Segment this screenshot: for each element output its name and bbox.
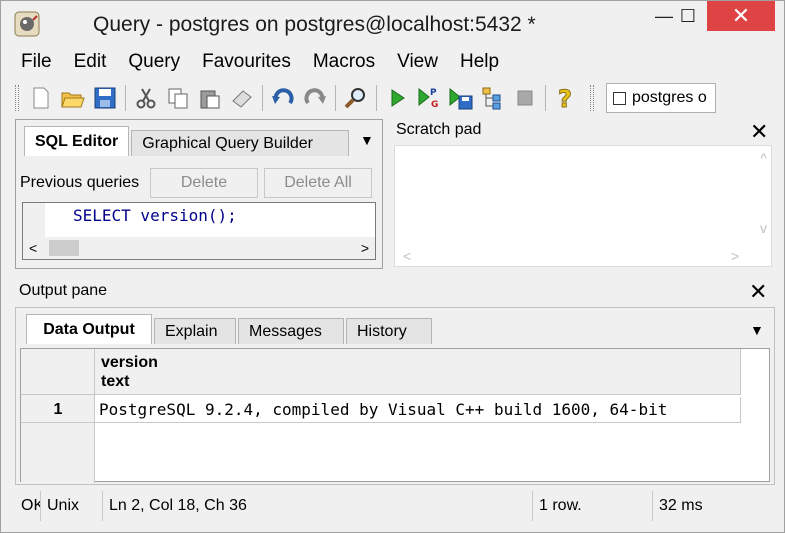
execute-icon[interactable] (384, 85, 410, 111)
menu-bar: File Edit Query Favourites Macros View H… (21, 51, 521, 77)
tab-messages[interactable]: Messages (238, 318, 344, 344)
status-query-time: 32 ms (659, 497, 703, 514)
scroll-up-icon[interactable]: ^ (760, 150, 767, 166)
scroll-left-icon[interactable]: < (29, 240, 37, 256)
toolbar-separator (376, 85, 377, 111)
editor-tabs: SQL Editor Graphical Query Builder (24, 126, 351, 156)
toolbar-grip[interactable] (590, 85, 594, 111)
scrollbar-thumb[interactable] (49, 240, 79, 256)
menu-query[interactable]: Query (128, 51, 180, 77)
scroll-right-icon[interactable]: > (731, 248, 739, 264)
scratch-pad-pane: Scratch pad ✕ ^ v < > (390, 117, 774, 269)
scroll-left-icon[interactable]: < (403, 248, 411, 264)
previous-queries-row: Previous queries Delete Delete All (20, 168, 378, 198)
scroll-down-icon[interactable]: v (760, 220, 767, 236)
app-window: Query - postgres on postgres@localhost:5… (0, 0, 785, 533)
help-icon[interactable]: ? (553, 85, 579, 111)
menu-favourites[interactable]: Favourites (202, 51, 291, 77)
status-cursor-position: Ln 2, Col 18, Ch 36 (103, 491, 533, 521)
toolbar-separator (262, 85, 263, 111)
table-cell[interactable]: PostgreSQL 9.2.4, compiled by Visual C++… (95, 397, 741, 423)
tab-list-dropdown-icon[interactable]: ▼ (360, 132, 374, 148)
svg-text:P: P (430, 88, 437, 98)
save-icon[interactable] (92, 85, 118, 111)
delete-button[interactable]: Delete (150, 168, 258, 198)
scratch-pad-title: Scratch pad (396, 121, 482, 138)
status-state: OK (15, 491, 41, 521)
menu-view[interactable]: View (397, 51, 438, 77)
copy-icon[interactable] (165, 85, 191, 111)
output-tabs: Data Output Explain Messages History (26, 314, 434, 344)
undo-icon[interactable] (270, 85, 296, 111)
output-pane-close-icon[interactable]: ✕ (749, 279, 767, 305)
row-number[interactable]: 1 (21, 397, 95, 423)
grid-corner[interactable] (21, 349, 95, 395)
status-row-count: 1 row. (533, 491, 653, 521)
menu-help[interactable]: Help (460, 51, 499, 77)
tab-data-output[interactable]: Data Output (26, 314, 152, 344)
scratch-pad-input[interactable]: ^ v < > (394, 145, 772, 267)
editor-horizontal-scrollbar[interactable]: < > (23, 237, 375, 259)
column-header[interactable]: version text (95, 349, 741, 395)
menu-file[interactable]: File (21, 51, 52, 77)
cancel-query-icon[interactable] (512, 85, 538, 111)
column-name: version (101, 354, 158, 371)
toolbar-grip[interactable] (15, 85, 19, 111)
window-title: Query - postgres on postgres@localhost:5… (93, 13, 536, 36)
sql-query-text[interactable]: SELECT version(); (73, 206, 237, 225)
toolbar: PG ? postgres o (15, 81, 775, 115)
tab-sql-editor[interactable]: SQL Editor (24, 126, 130, 156)
editor-gutter (23, 203, 45, 237)
toolbar-separator (335, 85, 336, 111)
output-pane-title: Output pane (19, 282, 108, 299)
new-icon[interactable] (28, 85, 54, 111)
redo-icon[interactable] (302, 85, 328, 111)
clear-icon[interactable] (229, 85, 255, 111)
paste-icon[interactable] (197, 85, 223, 111)
tab-history[interactable]: History (346, 318, 432, 344)
delete-all-button[interactable]: Delete All (264, 168, 372, 198)
toolbar-separator (125, 85, 126, 111)
menu-edit[interactable]: Edit (74, 51, 107, 77)
explain-icon[interactable] (480, 85, 506, 111)
sql-editor-pane: SQL Editor Graphical Query Builder ▼ Pre… (15, 119, 383, 269)
pgadmin-elephant-icon (14, 11, 40, 37)
cut-icon[interactable] (133, 85, 159, 111)
column-type: text (101, 373, 130, 390)
open-icon[interactable] (60, 85, 86, 111)
tab-explain[interactable]: Explain (154, 318, 236, 344)
connection-label: postgres o (632, 89, 707, 106)
svg-text:?: ? (558, 85, 572, 111)
find-icon[interactable] (343, 85, 369, 111)
data-output-grid[interactable]: version text 1 PostgreSQL 9.2.4, compile… (20, 348, 770, 483)
tab-graphical-query-builder[interactable]: Graphical Query Builder (131, 130, 350, 156)
title-bar: Query - postgres on postgres@localhost:5… (1, 1, 784, 47)
close-button[interactable]: ✕ (707, 1, 775, 31)
maximize-button[interactable]: ☐ (665, 1, 711, 31)
previous-queries-label: Previous queries (20, 174, 140, 191)
sql-editor-input[interactable]: SELECT version(); < > (22, 202, 376, 260)
execute-to-file-icon[interactable] (448, 85, 474, 111)
checkbox-icon[interactable] (613, 91, 626, 105)
output-pane: Data Output Explain Messages History ▼ v… (15, 307, 775, 485)
connection-selector[interactable]: postgres o (606, 83, 716, 113)
scratch-pad-close-icon[interactable]: ✕ (750, 119, 768, 145)
status-line-endings: Unix (41, 491, 103, 521)
menu-macros[interactable]: Macros (313, 51, 375, 77)
tab-list-dropdown-icon[interactable]: ▼ (750, 322, 764, 338)
scroll-right-icon[interactable]: > (361, 240, 369, 256)
toolbar-separator (545, 85, 546, 111)
svg-text:G: G (431, 100, 438, 110)
status-bar: OK Unix Ln 2, Col 18, Ch 36 1 row. 32 ms (15, 491, 775, 521)
execute-pgscript-icon[interactable]: PG (416, 85, 442, 111)
